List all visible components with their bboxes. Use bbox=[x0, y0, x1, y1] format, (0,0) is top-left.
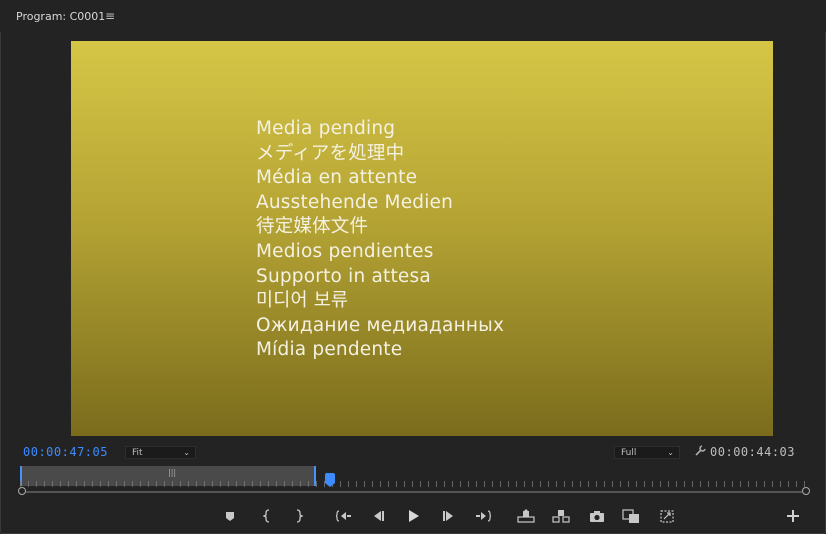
zoom-scrollbar[interactable] bbox=[18, 486, 810, 498]
add-button-icon[interactable] bbox=[783, 506, 803, 526]
pending-line: Mídia pendente bbox=[256, 339, 403, 361]
panel-menu-icon[interactable]: ≡ bbox=[105, 9, 115, 23]
lift-icon[interactable] bbox=[516, 506, 536, 526]
pending-line: Ausstehende Medien bbox=[256, 191, 454, 213]
time-ruler[interactable]: ||| bbox=[20, 464, 808, 487]
pending-line: Medios pendientes bbox=[256, 240, 434, 262]
current-timecode[interactable]: 00:00:47:05 bbox=[23, 445, 108, 459]
comparison-view-icon[interactable] bbox=[621, 506, 641, 526]
chevron-down-icon: ⌄ bbox=[183, 448, 190, 457]
pending-line: Supporto in attesa bbox=[256, 265, 431, 287]
media-pending-message: Media pending メディアを処理中 Média en attente … bbox=[256, 117, 504, 363]
zoom-level-select[interactable]: Fit ⌄ bbox=[125, 446, 196, 459]
chevron-down-icon: ⌄ bbox=[667, 448, 674, 457]
duration-timecode: 00:00:44:03 bbox=[710, 445, 795, 459]
pending-line: Ожидание медиаданных bbox=[256, 314, 505, 336]
pending-line: Média en attente bbox=[256, 167, 418, 189]
resolution-value: Full bbox=[621, 448, 637, 458]
scrollbar-right-handle[interactable] bbox=[802, 487, 810, 495]
panel-title[interactable]: Program: C0001 bbox=[16, 10, 105, 23]
step-forward-icon[interactable] bbox=[439, 506, 459, 526]
pending-line: 待定媒体文件 bbox=[256, 216, 369, 238]
marker-icon[interactable] bbox=[220, 506, 240, 526]
toggle-proxies-icon[interactable] bbox=[657, 506, 677, 526]
step-back-icon[interactable] bbox=[368, 506, 388, 526]
playhead[interactable] bbox=[325, 473, 335, 487]
pending-line: Media pending bbox=[256, 118, 396, 139]
mark-in-icon[interactable] bbox=[257, 506, 277, 526]
play-icon[interactable] bbox=[403, 506, 423, 526]
pending-line: メディアを処理中 bbox=[256, 142, 405, 164]
range-grip-icon[interactable]: ||| bbox=[168, 468, 176, 477]
panel-header: Program: C0001 ≡ bbox=[0, 0, 826, 32]
scrollbar-left-handle[interactable] bbox=[18, 487, 26, 495]
export-frame-icon[interactable] bbox=[587, 506, 607, 526]
scrollbar-track[interactable] bbox=[26, 491, 802, 493]
playback-resolution-select[interactable]: Full ⌄ bbox=[614, 446, 680, 459]
mark-out-icon[interactable] bbox=[289, 506, 309, 526]
extract-icon[interactable] bbox=[551, 506, 571, 526]
transport-controls bbox=[0, 506, 826, 528]
pending-line: 미디어 보류 bbox=[256, 290, 349, 312]
go-to-in-icon[interactable] bbox=[334, 506, 354, 526]
program-viewer[interactable]: Media pending メディアを処理中 Média en attente … bbox=[71, 41, 773, 436]
zoom-level-value: Fit bbox=[132, 448, 143, 458]
go-to-out-icon[interactable] bbox=[473, 506, 493, 526]
wrench-icon[interactable] bbox=[694, 444, 707, 461]
